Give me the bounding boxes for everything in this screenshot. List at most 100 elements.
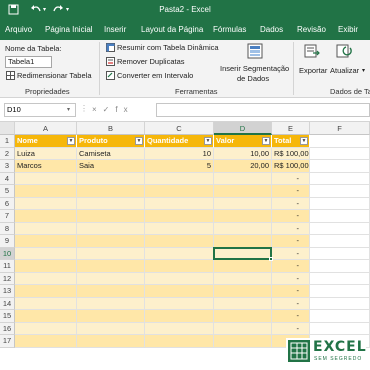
tab-pagina-inicial[interactable]: Página Inicial [45, 24, 93, 36]
cell-e5[interactable]: - [272, 185, 310, 198]
row-header-4[interactable]: 4 [0, 172, 15, 185]
cell-f5[interactable] [310, 185, 370, 198]
cell-e8[interactable]: - [272, 222, 310, 235]
table-header-cell[interactable]: Valor ▼ [214, 135, 272, 148]
tab-exibir[interactable]: Exibir [338, 24, 358, 36]
tab-dados[interactable]: Dados [260, 24, 283, 36]
export-button[interactable]: Exportar [299, 66, 327, 76]
cell-a16[interactable] [15, 322, 77, 335]
cell-b4[interactable] [77, 172, 145, 185]
cell-b12[interactable] [77, 272, 145, 285]
column-header-e[interactable]: E [272, 122, 310, 135]
cell-d2[interactable]: 10,00 [214, 147, 272, 160]
cell-b3[interactable]: Saia [77, 160, 145, 173]
cell-b14[interactable] [77, 297, 145, 310]
name-box[interactable]: D10 [4, 103, 76, 117]
cell-a5[interactable] [15, 185, 77, 198]
cell-e2[interactable]: R$ 100,00 [272, 147, 310, 160]
remove-duplicates-button[interactable]: Remover Duplicatas [117, 57, 185, 67]
cell-a3[interactable]: Marcos [15, 160, 77, 173]
cell-d7[interactable] [214, 210, 272, 223]
column-header-a[interactable]: A [15, 122, 77, 135]
row-header-5[interactable]: 5 [0, 185, 15, 198]
worksheet-grid[interactable]: A B C D E F 1 Nome ▼ Produto ▼ Quantidade ▼ Valor ▼ Tot… [0, 122, 370, 370]
cell-e3[interactable]: R$ 100,00 [272, 160, 310, 173]
cell-f6[interactable] [310, 197, 370, 210]
cell-d3[interactable]: 20,00 [214, 160, 272, 173]
row-header-13[interactable]: 13 [0, 285, 15, 298]
cell-f3[interactable] [310, 160, 370, 173]
table-header-cell[interactable]: Produto ▼ [77, 135, 145, 148]
column-header-c[interactable]: C [145, 122, 214, 135]
cell-d6[interactable] [214, 197, 272, 210]
cell-c13[interactable] [145, 285, 214, 298]
cell-b15[interactable] [77, 310, 145, 323]
cell-c16[interactable] [145, 322, 214, 335]
cell-d4[interactable] [214, 172, 272, 185]
cell-c9[interactable] [145, 235, 214, 248]
cell-b17[interactable] [77, 335, 145, 348]
filter-dropdown-icon[interactable]: ▼ [204, 137, 212, 145]
filter-dropdown-icon[interactable]: ▼ [67, 137, 75, 145]
formula-input[interactable] [156, 103, 370, 117]
fill-handle[interactable] [269, 257, 273, 261]
column-header-b[interactable]: B [77, 122, 145, 135]
cell-d8[interactable] [214, 222, 272, 235]
cell-b7[interactable] [77, 210, 145, 223]
summarize-pivot-button[interactable]: Resumir com Tabela Dinâmica [117, 43, 219, 53]
cell-d16[interactable] [214, 322, 272, 335]
cell-d13[interactable] [214, 285, 272, 298]
tab-inserir[interactable]: Inserir [104, 24, 126, 36]
cell-e13[interactable]: - [272, 285, 310, 298]
cell-e12[interactable]: - [272, 272, 310, 285]
cell-e15[interactable]: - [272, 310, 310, 323]
cell-c2[interactable]: 10 [145, 147, 214, 160]
cell-f11[interactable] [310, 260, 370, 273]
cell-b13[interactable] [77, 285, 145, 298]
cell-d12[interactable] [214, 272, 272, 285]
cell-c15[interactable] [145, 310, 214, 323]
insert-slicer-button[interactable]: Inserir Segmentação [220, 64, 289, 74]
filter-dropdown-icon[interactable]: ▼ [262, 137, 270, 145]
table-name-input[interactable]: Tabela1 [5, 56, 52, 68]
cell-e11[interactable]: - [272, 260, 310, 273]
row-header-8[interactable]: 8 [0, 222, 15, 235]
cell-b2[interactable]: Camiseta [77, 147, 145, 160]
row-header-17[interactable]: 17 [0, 335, 15, 348]
row-header-15[interactable]: 15 [0, 310, 15, 323]
cell-c10[interactable] [145, 247, 214, 260]
cell-b10[interactable] [77, 247, 145, 260]
cell-e6[interactable]: - [272, 197, 310, 210]
cell-a9[interactable] [15, 235, 77, 248]
cell-c14[interactable] [145, 297, 214, 310]
row-header-10[interactable]: 10 [0, 247, 15, 260]
cell-a4[interactable] [15, 172, 77, 185]
cell-c4[interactable] [145, 172, 214, 185]
cell-c8[interactable] [145, 222, 214, 235]
cell-a7[interactable] [15, 210, 77, 223]
name-box-dropdown-icon[interactable]: ▾ [67, 106, 70, 113]
cell-a11[interactable] [15, 260, 77, 273]
cell-f10[interactable] [310, 247, 370, 260]
cell-a2[interactable]: Luiza [15, 147, 77, 160]
cell-a6[interactable] [15, 197, 77, 210]
cell-e10[interactable]: - [272, 247, 310, 260]
cell-c5[interactable] [145, 185, 214, 198]
row-header-1[interactable]: 1 [0, 135, 15, 148]
cell-e7[interactable]: - [272, 210, 310, 223]
cell-b8[interactable] [77, 222, 145, 235]
cell-e14[interactable]: - [272, 297, 310, 310]
cell-b5[interactable] [77, 185, 145, 198]
row-header-11[interactable]: 11 [0, 260, 15, 273]
cell-f7[interactable] [310, 210, 370, 223]
cell-c17[interactable] [145, 335, 214, 348]
resize-table-button[interactable]: Redimensionar Tabela [17, 71, 92, 81]
cell-c11[interactable] [145, 260, 214, 273]
cell-f12[interactable] [310, 272, 370, 285]
tab-formulas[interactable]: Fórmulas [213, 24, 246, 36]
cell-a13[interactable] [15, 285, 77, 298]
row-header-6[interactable]: 6 [0, 197, 15, 210]
tab-layout-da-pagina[interactable]: Layout da Página [141, 24, 203, 36]
cell-f9[interactable] [310, 235, 370, 248]
cell-d5[interactable] [214, 185, 272, 198]
